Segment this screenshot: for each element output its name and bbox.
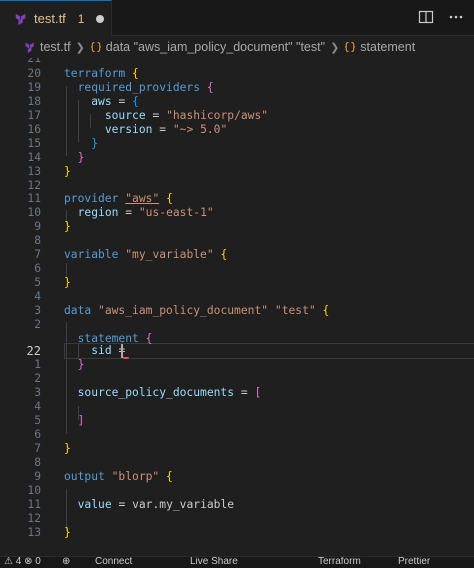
live-share-status[interactable]: Live Share (190, 557, 238, 567)
problems-status[interactable]: ⚠ 4 ⊗ 0 (4, 557, 41, 567)
line-number: 4 (34, 400, 41, 413)
editor-tab-bar: test.tf 1 (0, 0, 474, 36)
line-number: 6 (34, 428, 41, 441)
terraform-status[interactable]: Terraform (318, 557, 361, 567)
tab-file-name: test.tf (34, 11, 66, 26)
code-line: value = var.my_variable (77, 498, 235, 511)
code-line: } (64, 276, 71, 289)
connect-status[interactable]: Connect (95, 557, 132, 567)
line-number: 12 (27, 512, 41, 525)
line-number: 8 (34, 234, 41, 247)
code-line: provider "aws" { (64, 192, 173, 205)
code-line: version = "~> 5.0" (104, 123, 228, 136)
code-line: data "aws_iam_policy_document" "test" { (64, 304, 330, 317)
code-line: output "blorp" { (64, 470, 173, 483)
breadcrumb: test.tf ❯ data "aws_iam_policy_document"… (0, 36, 474, 58)
line-number: 4 (34, 290, 41, 303)
object-braces-icon (345, 41, 356, 53)
terraform-icon (25, 42, 34, 53)
code-line: aws = { (91, 95, 139, 108)
line-number: 6 (34, 262, 41, 275)
code-line: } (64, 165, 71, 178)
code-line: source = "hashicorp/aws" (104, 109, 269, 122)
line-number: 21 (27, 58, 41, 65)
terraform-icon (15, 13, 26, 25)
problem-count-badge: 1 (77, 11, 85, 26)
code-line: } (64, 220, 71, 233)
breadcrumb-file-label: test.tf (40, 40, 71, 54)
line-number: 12 (27, 179, 41, 192)
code-line: } (77, 151, 85, 164)
chevron-right-icon: ❯ (75, 41, 85, 54)
code-line: } (64, 526, 71, 539)
more-actions-icon[interactable] (448, 9, 464, 25)
chevron-right-icon: ❯ (330, 41, 340, 54)
breadcrumb-symbol[interactable]: statement (344, 40, 415, 54)
tab-test-tf[interactable]: test.tf 1 (0, 0, 112, 36)
code-line: source_policy_documents = [ (77, 386, 262, 399)
breadcrumb-block-label: data "aws_iam_policy_document" "test" (105, 40, 326, 54)
status-bar: ⚠ 4 ⊗ 0 ⊕ Connect Live Share Terraform P… (0, 556, 474, 568)
code-line: ] (77, 414, 85, 427)
ports-status[interactable]: ⊕ (62, 557, 70, 567)
prettier-status[interactable]: Prettier (398, 557, 430, 567)
code-editor[interactable]: 21 20 19 18 17 16 15 14 13 12 11 10 9 8 … (0, 58, 474, 554)
line-number: 8 (34, 456, 41, 469)
code-line: variable "my_variable" { (64, 248, 228, 261)
breadcrumb-symbol-label: statement (360, 40, 416, 54)
code-line: required_providers { (77, 81, 214, 94)
code-line: } (64, 442, 71, 455)
line-number: 2 (34, 372, 41, 385)
code-line: } (91, 137, 99, 150)
unsaved-changes-dot[interactable] (96, 14, 105, 23)
code-line: region = "us-east-1" (77, 206, 214, 219)
breadcrumb-file[interactable]: test.tf (24, 40, 71, 54)
line-number: 10 (27, 484, 41, 497)
split-editor-icon[interactable] (418, 9, 434, 25)
editor-actions (418, 9, 464, 25)
line-number: 2 (34, 318, 41, 331)
code-line: } (77, 358, 85, 371)
code-line: terraform { (64, 67, 139, 80)
breadcrumb-block[interactable]: data "aws_iam_policy_document" "test" (90, 40, 325, 54)
error-squiggle (123, 354, 129, 359)
object-braces-icon (90, 41, 101, 53)
code-line: sid = (91, 344, 125, 357)
